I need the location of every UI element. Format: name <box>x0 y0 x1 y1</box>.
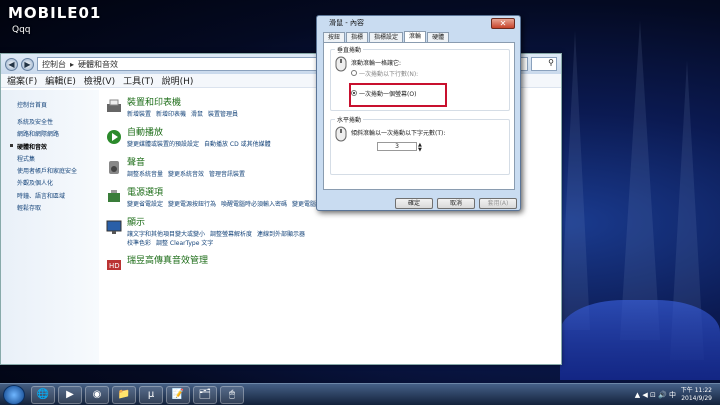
taskbar-explorer[interactable]: 📁 <box>112 385 136 404</box>
horizontal-desc: 傾斜滾輪以一次捲動以下字元數(T): <box>351 130 446 137</box>
link[interactable]: 調整系統音量 <box>127 171 163 178</box>
nav-item[interactable]: 外觀及個人化 <box>17 178 99 187</box>
clock-time: 下午 11:22 <box>680 387 712 394</box>
breadcrumb-item[interactable]: 硬體和音效 <box>78 59 118 70</box>
link[interactable]: 管理音訊裝置 <box>209 171 245 178</box>
taskbar: 🌐 ▶ ◉ 📁 µ 📝 🗂 🖱 ▲ ◀ ⊡ 🔊 中 下午 11:22 2014/… <box>0 383 720 405</box>
link[interactable]: 裝置管理員 <box>208 111 238 118</box>
tab-wheel[interactable]: 滾輪 <box>404 31 427 42</box>
mouse-tilt-icon <box>335 126 347 142</box>
link[interactable]: 新增印表機 <box>156 111 186 118</box>
link[interactable]: 變更電源按鈕行為 <box>168 201 216 208</box>
group-label: 垂直捲動 <box>335 45 364 54</box>
nav-item[interactable]: 使用者帳戶和家庭安全 <box>17 166 99 175</box>
link[interactable]: 校準色彩 <box>127 240 151 247</box>
category-title[interactable]: 瑞昱高傳真音效管理 <box>127 256 208 267</box>
clock-date: 2014/9/29 <box>681 395 712 402</box>
category-title[interactable]: 顯示 <box>127 218 327 229</box>
link[interactable]: 自動播放 CD 或其他媒體 <box>204 141 271 148</box>
cancel-button[interactable]: 取消 <box>437 198 475 209</box>
mouse-wheel-icon <box>335 56 347 72</box>
monitor-icon <box>106 220 122 234</box>
taskbar-utorrent[interactable]: µ <box>139 385 163 404</box>
link[interactable]: 連線到外部顯示器 <box>257 231 305 238</box>
taskbar-chrome[interactable]: ◉ <box>85 385 109 404</box>
taskbar-media[interactable]: ▶ <box>58 385 82 404</box>
tab-hardware[interactable]: 硬體 <box>427 32 450 42</box>
link[interactable]: 變更系統音效 <box>168 171 204 178</box>
taskbar-mouse[interactable]: 🖱 <box>220 385 244 404</box>
battery-icon <box>108 190 120 202</box>
stepper-down-icon[interactable]: ▼ <box>418 147 422 153</box>
search-input[interactable]: ⚲ <box>531 57 557 71</box>
nav-item[interactable]: 程式集 <box>17 154 99 163</box>
printer-icon <box>107 99 121 112</box>
wheel-panel: 垂直捲動 滾動滾輪一格讓它: 一次捲動以下行數(N): 一次捲動一個螢幕(O) … <box>323 42 515 190</box>
speaker-icon <box>109 161 119 174</box>
horizontal-chars-stepper[interactable]: 3 <box>377 142 417 151</box>
nav-item[interactable]: 控制台首頁 <box>17 100 99 109</box>
category-title[interactable]: 裝置和印表機 <box>127 98 327 109</box>
nav-item[interactable]: 系統及安全性 <box>17 117 99 126</box>
clock[interactable]: 下午 11:22 2014/9/29 <box>681 387 712 403</box>
close-button[interactable]: ✕ <box>491 18 515 29</box>
link[interactable]: 讓文字和其他項目變大或變小 <box>127 231 205 238</box>
forward-button[interactable]: ▶ <box>21 57 34 71</box>
nav-item[interactable]: 網路和網際網路 <box>17 129 99 138</box>
breadcrumb-item[interactable]: 控制台 <box>42 59 66 70</box>
dialog-title: 滑鼠 - 內容 <box>329 19 364 27</box>
group-label: 水平捲動 <box>335 115 364 124</box>
link[interactable]: 變更省電設定 <box>127 201 163 208</box>
category-realtek: HD 瑞昱高傳真音效管理 <box>105 256 561 282</box>
svg-text:HD: HD <box>109 262 120 270</box>
category-title[interactable]: 電源選項 <box>127 188 327 199</box>
nav-item[interactable]: 輕鬆存取 <box>17 203 99 212</box>
nav-item[interactable]: 時鐘、語言和區域 <box>17 191 99 200</box>
link[interactable]: 調整螢幕解析度 <box>210 231 252 238</box>
menu-edit[interactable]: 編輯(E) <box>45 74 76 87</box>
menu-file[interactable]: 檔案(F) <box>7 74 37 87</box>
menu-help[interactable]: 說明(H) <box>162 74 194 87</box>
tab-pointers[interactable]: 指標 <box>346 32 369 42</box>
taskbar-controlpanel[interactable]: 🗂 <box>193 385 217 404</box>
category-title[interactable]: 自動播放 <box>127 128 327 139</box>
back-button[interactable]: ◀ <box>5 57 18 71</box>
chevron-right-icon: ▸ <box>70 59 75 69</box>
link[interactable]: 變更媒體或裝置的預設設定 <box>127 141 199 148</box>
search-icon: ⚲ <box>548 58 554 67</box>
realtek-audio-icon: HD <box>107 260 121 270</box>
category-title[interactable]: 聲音 <box>127 158 327 169</box>
tab-buttons[interactable]: 按鈕 <box>323 32 346 42</box>
taskbar-ie[interactable]: 🌐 <box>31 385 55 404</box>
radio-scroll-lines[interactable] <box>351 70 357 76</box>
tab-strip: 按鈕 指標 指標設定 滾輪 硬體 <box>323 31 450 42</box>
watermark-user: Qqq <box>12 25 31 35</box>
autoplay-icon <box>107 130 121 144</box>
ok-button[interactable]: 確定 <box>395 198 433 209</box>
radio-scroll-lines-label[interactable]: 一次捲動以下行數(N): <box>359 69 418 78</box>
link[interactable]: 新增裝置 <box>127 111 151 118</box>
tab-pointer-options[interactable]: 指標設定 <box>369 32 404 42</box>
apply-button[interactable]: 套用(A) <box>479 198 517 209</box>
vertical-desc: 滾動滾輪一格讓它: <box>351 60 402 67</box>
nav-item-current: 硬體和音效 <box>10 142 99 151</box>
system-tray[interactable]: ▲ ◀ ⊡ 🔊 中 <box>635 390 676 400</box>
highlight-box <box>349 83 447 107</box>
taskbar-notes[interactable]: 📝 <box>166 385 190 404</box>
link[interactable]: 滑鼠 <box>191 111 203 118</box>
mouse-properties-dialog: 滑鼠 - 內容 ✕ 按鈕 指標 指標設定 滾輪 硬體 垂直捲動 滾動滾輪一格讓它… <box>316 15 521 211</box>
category-display: 顯示 讓文字和其他項目變大或變小 調整螢幕解析度 連線到外部顯示器 校準色彩 調整 C… <box>105 218 561 252</box>
watermark-logo: MOBILE01 <box>8 4 102 22</box>
link[interactable]: 調整 ClearType 文字 <box>156 240 213 247</box>
start-button[interactable] <box>3 384 25 405</box>
menu-view[interactable]: 檢視(V) <box>84 74 115 87</box>
left-nav: 控制台首頁 系統及安全性 網路和網際網路 硬體和音效 程式集 使用者帳戶和家庭安… <box>1 90 99 364</box>
horizontal-scroll-group: 水平捲動 傾斜滾輪以一次捲動以下字元數(T): 3 ▲ ▼ <box>330 115 510 175</box>
wallpaper-snow <box>560 300 720 380</box>
link[interactable]: 喚醒電腦時必須輸入密碼 <box>221 201 287 208</box>
menu-tools[interactable]: 工具(T) <box>123 74 154 87</box>
link[interactable]: 變更電腦 <box>292 201 316 208</box>
